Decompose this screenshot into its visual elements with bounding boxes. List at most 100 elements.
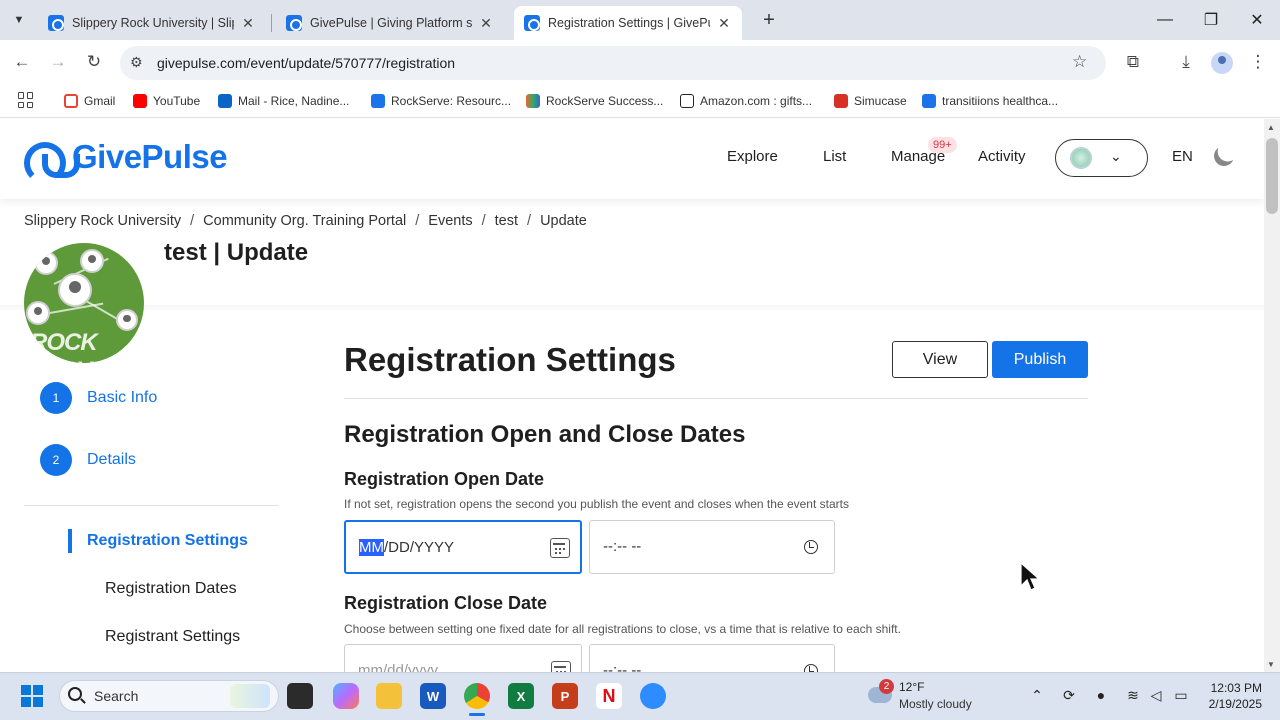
weather-condition[interactable]: Mostly cloudy (899, 697, 972, 711)
tab-close-icon[interactable]: ✕ (716, 15, 732, 32)
bookmark-rockserve-success[interactable]: RockServe Success... (526, 92, 663, 110)
taskbar-time[interactable]: 12:03 PM (1202, 681, 1262, 695)
back-icon[interactable]: ← (10, 52, 34, 74)
netflix-icon[interactable]: N (596, 683, 622, 709)
copilot-icon[interactable] (333, 683, 359, 709)
clock-icon[interactable] (804, 540, 818, 554)
tab-close-icon[interactable]: ✕ (478, 15, 494, 32)
browser-tab[interactable]: GivePulse | Giving Platform support ✕ (276, 6, 504, 40)
bookmark-gmail[interactable]: Gmail (64, 92, 115, 110)
browser-tab[interactable]: Slippery Rock University | Slippery Rock… (38, 6, 266, 40)
givepulse-icon (371, 94, 385, 108)
chrome-icon[interactable] (464, 683, 490, 709)
main-divider (344, 398, 1088, 399)
powerpoint-icon[interactable]: P (552, 683, 578, 709)
tab-title: GivePulse | Giving Platform support (310, 16, 472, 30)
site-settings-icon[interactable]: ⚙ (130, 54, 143, 71)
calendar-icon[interactable] (551, 661, 571, 672)
sidebar-item-registration-dates[interactable]: Registration Dates (105, 580, 237, 598)
account-menu-button[interactable] (1055, 139, 1148, 177)
tray-overflow-chevron-icon[interactable]: ⌃ (1028, 687, 1046, 704)
tab-favicon-icon (48, 15, 64, 31)
publish-button[interactable]: Publish (992, 341, 1088, 378)
download-icon[interactable]: ⤓ (1175, 52, 1197, 72)
sidebar-item-registration-settings[interactable]: Registration Settings (87, 532, 248, 550)
tab-separator (271, 14, 272, 32)
taskbar-date[interactable]: 2/19/2025 (1192, 697, 1262, 711)
view-button[interactable]: View (892, 341, 988, 378)
clock-icon[interactable] (804, 664, 818, 672)
gmail-icon (64, 94, 78, 108)
new-tab-icon[interactable]: + (758, 9, 780, 32)
browser-menu-icon[interactable]: ⋮ (1247, 52, 1269, 72)
battery-icon[interactable]: ▭ (1172, 687, 1190, 704)
date-month-segment[interactable]: MM (359, 539, 384, 556)
bookmark-rockserve-resources[interactable]: RockServe: Resourc... (371, 92, 511, 110)
zoom-icon[interactable] (640, 683, 666, 709)
givepulse-logo-icon (24, 142, 80, 184)
url-text[interactable]: givepulse.com/event/update/570777/regist… (157, 55, 455, 71)
sidebar-item-details[interactable]: Details (87, 451, 136, 469)
apps-grid-icon[interactable] (18, 92, 34, 108)
sync-icon[interactable]: ⟳ (1060, 687, 1078, 704)
windows-start-icon[interactable] (21, 685, 43, 707)
step-number[interactable]: 1 (40, 382, 72, 414)
open-time-input[interactable]: --:-- -- (589, 520, 835, 574)
nav-list[interactable]: List (823, 148, 846, 165)
scroll-down-icon[interactable]: ▼ (1267, 660, 1275, 669)
bookmark-simucase[interactable]: Simucase (834, 92, 907, 110)
word-icon[interactable]: W (420, 683, 446, 709)
profile-avatar-icon[interactable] (1211, 52, 1233, 74)
wifi-icon[interactable]: ≋ (1124, 687, 1142, 704)
close-date-input[interactable]: mm/dd/yyyy (344, 644, 582, 672)
open-date-input[interactable]: MM/DD/YYYY (344, 520, 582, 574)
bookmark-youtube[interactable]: YouTube (133, 92, 200, 110)
tab-close-icon[interactable]: ✕ (240, 15, 256, 32)
close-time-value: --:-- -- (603, 662, 642, 672)
taskbar-search-text[interactable]: Search (94, 688, 138, 704)
sidebar-item-registrant-settings[interactable]: Registrant Settings (105, 628, 240, 646)
logo-text: GivePulse (72, 138, 228, 175)
close-time-input[interactable]: --:-- -- (589, 644, 835, 672)
reload-icon[interactable]: ↻ (82, 52, 106, 74)
minimize-icon[interactable]: — (1150, 8, 1180, 32)
window-close-icon[interactable]: ✕ (1242, 8, 1272, 32)
extensions-icon[interactable]: ⧉ (1122, 52, 1144, 72)
chevron-down-icon: ⌄ (1110, 148, 1122, 164)
bookmark-star-icon[interactable]: ☆ (1072, 52, 1087, 72)
restore-icon[interactable]: ❐ (1196, 8, 1226, 32)
excel-icon[interactable]: X (508, 683, 534, 709)
date-rest-segment[interactable]: /DD/YYYY (384, 539, 454, 556)
breadcrumb-link[interactable]: Community Org. Training Portal (203, 213, 406, 229)
nav-activity[interactable]: Activity (978, 148, 1026, 165)
main-title: Registration Settings (344, 341, 676, 378)
account-avatar (1070, 147, 1092, 169)
bookmark-transitions[interactable]: transitiions healthca... (922, 92, 1058, 110)
language-selector[interactable]: EN (1172, 148, 1193, 165)
bookmark-amazon[interactable]: Amazon.com : gifts... (680, 92, 812, 110)
browser-tab-active[interactable]: Registration Settings | GivePulse ✕ (514, 6, 742, 40)
breadcrumb-link[interactable]: test (495, 213, 518, 229)
sidebar-item-basic-info[interactable]: Basic Info (87, 389, 157, 407)
scroll-up-icon[interactable]: ▲ (1267, 123, 1275, 132)
open-date-label: Registration Open Date (344, 469, 545, 489)
bookmark-mail[interactable]: Mail - Rice, Nadine... (218, 92, 349, 110)
file-explorer-icon[interactable] (376, 683, 402, 709)
tab-title: Registration Settings | GivePulse (548, 16, 710, 30)
givepulse-logo[interactable]: GivePulse (24, 137, 228, 184)
volume-icon[interactable]: ◁ (1147, 687, 1165, 704)
amazon-icon (680, 94, 694, 108)
breadcrumb-link[interactable]: Events (428, 213, 472, 229)
calendar-icon[interactable] (550, 538, 570, 558)
step-number[interactable]: 2 (40, 444, 72, 476)
breadcrumb-link[interactable]: Slippery Rock University (24, 213, 181, 229)
forward-icon[interactable]: → (46, 52, 70, 74)
scrollbar-thumb[interactable] (1266, 138, 1278, 214)
breadcrumb-separator: / (190, 213, 195, 229)
nav-explore[interactable]: Explore (727, 148, 778, 165)
breadcrumb-separator: / (527, 213, 532, 229)
temperature[interactable]: 12°F (899, 680, 924, 694)
task-view-icon[interactable] (287, 683, 313, 709)
microphone-icon[interactable]: ● (1092, 687, 1110, 703)
tab-search-chevron-icon[interactable]: ▼ (6, 8, 32, 32)
